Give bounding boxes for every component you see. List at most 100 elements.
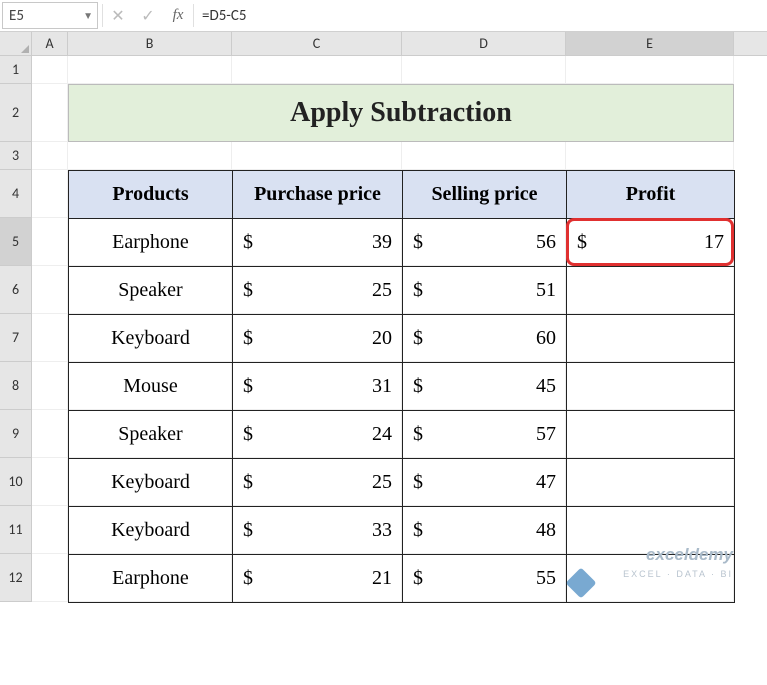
currency-symbol: $ — [413, 567, 423, 590]
table-row: Keyboard$25$47 — [69, 459, 735, 507]
cell-purchase[interactable]: $25 — [233, 267, 403, 315]
cell-value: 20 — [372, 327, 392, 350]
cell-value: 45 — [536, 375, 556, 398]
cell-purchase[interactable]: $25 — [233, 459, 403, 507]
cell-profit[interactable] — [567, 459, 735, 507]
currency-symbol: $ — [243, 279, 253, 302]
cell-profit[interactable] — [567, 267, 735, 315]
cell-value: 55 — [536, 567, 556, 590]
cell-value: 21 — [372, 567, 392, 590]
currency-symbol: $ — [243, 567, 253, 590]
formula-text: =D5-C5 — [202, 7, 247, 25]
table-row: Earphone$39$56$17 — [69, 219, 735, 267]
row-header-5[interactable]: 5 — [0, 218, 31, 266]
chevron-down-icon[interactable]: ▼ — [83, 9, 93, 22]
cancel-icon[interactable]: ✕ — [103, 0, 133, 31]
row-header-7[interactable]: 7 — [0, 314, 31, 362]
cell-product[interactable]: Earphone — [69, 219, 233, 267]
header-purchase: Purchase price — [233, 171, 403, 219]
cell-selling[interactable]: $45 — [403, 363, 567, 411]
cell-purchase[interactable]: $24 — [233, 411, 403, 459]
table-header-row: Products Purchase price Selling price Pr… — [69, 171, 735, 219]
row-header-4[interactable]: 4 — [0, 170, 31, 218]
cell-purchase[interactable]: $20 — [233, 315, 403, 363]
title-text: Apply Subtraction — [290, 97, 512, 129]
fx-icon[interactable]: fx — [163, 0, 193, 31]
grid-area[interactable]: Apply Subtraction Products Purchase pric… — [32, 56, 767, 602]
cell-product[interactable]: Keyboard — [69, 459, 233, 507]
currency-symbol: $ — [413, 327, 423, 350]
cell-purchase[interactable]: $31 — [233, 363, 403, 411]
page-title: Apply Subtraction — [68, 84, 734, 142]
cell-value: 51 — [536, 279, 556, 302]
header-products: Products — [69, 171, 233, 219]
col-header-A[interactable]: A — [32, 32, 68, 55]
cell-selling[interactable]: $48 — [403, 507, 567, 555]
table-row: Keyboard$20$60 — [69, 315, 735, 363]
table-row: Keyboard$33$48 — [69, 507, 735, 555]
col-header-E[interactable]: E — [566, 32, 734, 55]
cell-product[interactable]: Keyboard — [69, 315, 233, 363]
cell-selling[interactable]: $51 — [403, 267, 567, 315]
cell-profit[interactable]: $17 — [567, 219, 735, 267]
cell-product[interactable]: Keyboard — [69, 507, 233, 555]
cell-value: 56 — [536, 231, 556, 254]
currency-symbol: $ — [413, 279, 423, 302]
row-header-1[interactable]: 1 — [0, 56, 31, 84]
name-box[interactable]: E5 ▼ — [2, 2, 98, 29]
row-headers: 1 2 3 4 5 6 7 8 9 10 11 12 — [0, 56, 32, 602]
currency-symbol: $ — [413, 423, 423, 446]
row-header-10[interactable]: 10 — [0, 458, 31, 506]
row-header-3[interactable]: 3 — [0, 142, 31, 170]
currency-symbol: $ — [413, 471, 423, 494]
row-header-8[interactable]: 8 — [0, 362, 31, 410]
formula-bar: E5 ▼ ✕ ✓ fx =D5-C5 — [0, 0, 767, 32]
cell-purchase[interactable]: $21 — [233, 555, 403, 603]
cell-value: 17 — [704, 231, 724, 254]
table-row: Mouse$31$45 — [69, 363, 735, 411]
confirm-icon[interactable]: ✓ — [133, 0, 163, 31]
cell-selling[interactable]: $60 — [403, 315, 567, 363]
cell-purchase[interactable]: $33 — [233, 507, 403, 555]
row-header-12[interactable]: 12 — [0, 554, 31, 602]
row-header-6[interactable]: 6 — [0, 266, 31, 314]
header-profit: Profit — [567, 171, 735, 219]
cell-value: 57 — [536, 423, 556, 446]
currency-symbol: $ — [243, 327, 253, 350]
cell-selling[interactable]: $55 — [403, 555, 567, 603]
table-row: Speaker$25$51 — [69, 267, 735, 315]
cell-profit[interactable] — [567, 507, 735, 555]
formula-input[interactable]: =D5-C5 — [194, 0, 767, 31]
cell-product[interactable]: Earphone — [69, 555, 233, 603]
currency-symbol: $ — [243, 519, 253, 542]
data-table: Products Purchase price Selling price Pr… — [68, 170, 735, 603]
cell-profit[interactable] — [567, 411, 735, 459]
row-header-11[interactable]: 11 — [0, 506, 31, 554]
currency-symbol: $ — [243, 375, 253, 398]
table-row: Speaker$24$57 — [69, 411, 735, 459]
cell-selling[interactable]: $57 — [403, 411, 567, 459]
header-selling: Selling price — [403, 171, 567, 219]
cell-product[interactable]: Speaker — [69, 267, 233, 315]
cell-profit[interactable] — [567, 363, 735, 411]
col-header-C[interactable]: C — [232, 32, 402, 55]
cell-profit[interactable] — [567, 555, 735, 603]
cell-product[interactable]: Speaker — [69, 411, 233, 459]
cell-selling[interactable]: $47 — [403, 459, 567, 507]
cell-value: 31 — [372, 375, 392, 398]
row-header-9[interactable]: 9 — [0, 410, 31, 458]
select-all-corner[interactable] — [0, 32, 32, 55]
cell-purchase[interactable]: $39 — [233, 219, 403, 267]
cell-selling[interactable]: $56 — [403, 219, 567, 267]
cell-value: 24 — [372, 423, 392, 446]
cell-profit[interactable] — [567, 315, 735, 363]
row-header-2[interactable]: 2 — [0, 84, 31, 142]
currency-symbol: $ — [243, 471, 253, 494]
col-header-D[interactable]: D — [402, 32, 566, 55]
col-header-B[interactable]: B — [68, 32, 232, 55]
cell-value: 33 — [372, 519, 392, 542]
cell-product[interactable]: Mouse — [69, 363, 233, 411]
currency-symbol: $ — [243, 231, 253, 254]
currency-symbol: $ — [243, 423, 253, 446]
cell-value: 39 — [372, 231, 392, 254]
